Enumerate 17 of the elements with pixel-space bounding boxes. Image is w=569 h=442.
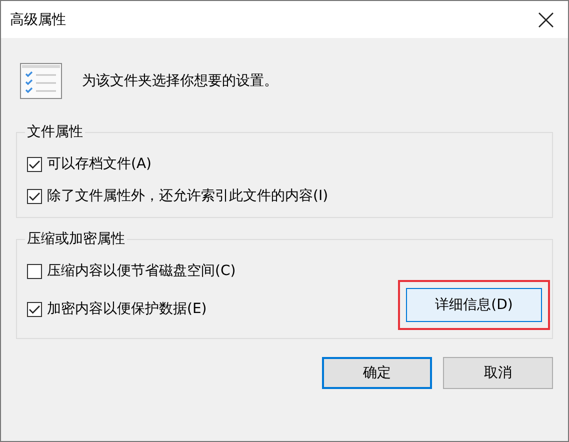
dialog-button[interactable]: 取消 (443, 357, 553, 389)
checkbox-label: 压缩内容以便节省磁盘空间(C) (47, 262, 236, 280)
close-icon[interactable] (538, 12, 554, 28)
dialog-button[interactable]: 确定 (322, 357, 432, 389)
checkbox-label: 除了文件属性外，还允许索引此文件的内容(I) (47, 187, 328, 205)
checkbox-label: 加密内容以便保护数据(E) (47, 300, 207, 318)
checklist-icon (20, 62, 62, 98)
group-title: 压缩或加密属性 (26, 230, 126, 248)
checkbox-label: 可以存档文件(A) (47, 155, 152, 173)
group-title: 文件属性 (26, 123, 84, 141)
checkbox[interactable] (27, 302, 42, 316)
checkbox[interactable] (27, 156, 42, 172)
intro-text: 为该文件夹选择你想要的设置。 (82, 72, 278, 90)
details-button[interactable]: 详细信息(D) (406, 288, 542, 322)
checkbox[interactable] (27, 264, 42, 278)
window-title: 高级属性 (10, 10, 66, 28)
checkbox[interactable] (27, 188, 42, 204)
